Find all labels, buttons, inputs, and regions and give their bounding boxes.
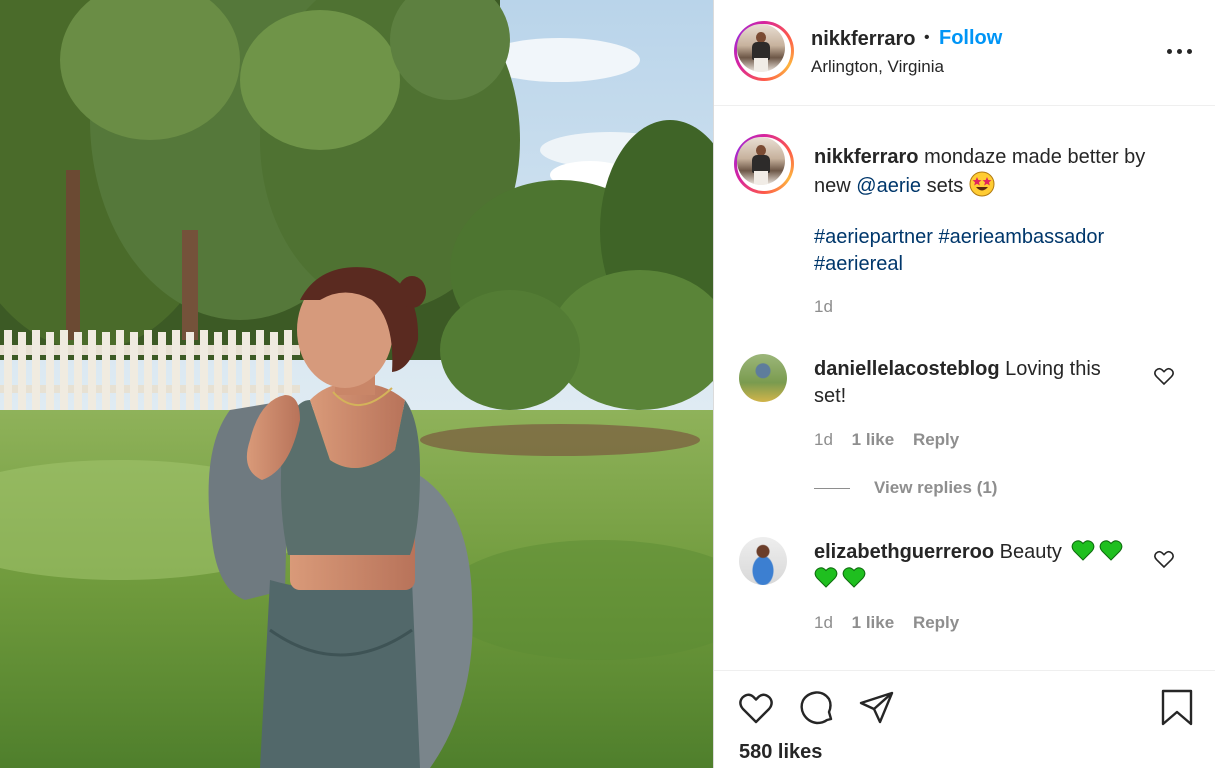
commenter-avatar[interactable] xyxy=(739,537,787,585)
commenter-username[interactable]: elizabethguerreroo xyxy=(814,541,994,563)
star-struck-emoji-icon xyxy=(969,171,995,197)
reply-button[interactable]: Reply xyxy=(913,613,959,632)
comment-text: elizabethguerreroo Beauty xyxy=(814,539,1134,593)
comment-time[interactable]: 1d xyxy=(814,430,833,449)
heart-icon[interactable] xyxy=(737,689,775,727)
comment-like-heart-icon[interactable] xyxy=(1152,547,1176,571)
author-username[interactable]: nikkferraro xyxy=(811,28,916,51)
share-icon[interactable] xyxy=(858,689,896,727)
caption-mention[interactable]: @aerie xyxy=(856,175,921,197)
caption-hashtags: #aeriepartner #aerieambassador #aerierea… xyxy=(814,224,1174,278)
post-photo-illustration xyxy=(0,0,713,768)
hashtag-link[interactable]: #aeriepartner xyxy=(814,226,933,248)
comment-like-heart-icon[interactable] xyxy=(1152,364,1176,388)
bookmark-icon[interactable] xyxy=(1158,689,1196,727)
view-replies-label: View replies (1) xyxy=(874,478,998,497)
author-avatar-image xyxy=(737,24,785,72)
comment-icon[interactable] xyxy=(798,689,836,727)
hashtag-link[interactable]: #aerieambassador xyxy=(939,226,1105,248)
comment-likes[interactable]: 1 like xyxy=(852,613,895,632)
likes-count[interactable]: 580 likes xyxy=(739,741,822,764)
post-actions: 580 likes xyxy=(714,670,1215,768)
post-panel: nikkferraro • Follow Arlington, Virginia… xyxy=(713,0,1215,768)
caption-text: nikkferraro mondaze made better by new @… xyxy=(814,144,1174,200)
commenter-username[interactable]: daniellelacosteblog xyxy=(814,358,1000,380)
comment-meta: 1d 1 like Reply xyxy=(814,430,959,450)
comment-likes[interactable]: 1 like xyxy=(852,430,895,449)
caption-avatar[interactable] xyxy=(734,134,794,194)
post-header: nikkferraro • Follow Arlington, Virginia xyxy=(714,0,1215,106)
follow-button[interactable]: Follow xyxy=(939,27,1002,50)
hashtag-link[interactable]: #aeriereal xyxy=(814,253,903,275)
more-options-icon[interactable] xyxy=(1166,40,1194,62)
caption-body-end: sets xyxy=(926,175,964,197)
comment-body: Beauty xyxy=(999,541,1062,563)
comment-meta: 1d 1 like Reply xyxy=(814,613,959,633)
post-photo[interactable] xyxy=(0,0,713,768)
caption-time[interactable]: 1d xyxy=(814,297,833,317)
comments-list[interactable]: nikkferraro mondaze made better by new @… xyxy=(714,106,1215,670)
view-replies-line xyxy=(814,488,850,490)
caption-avatar-image xyxy=(737,137,785,185)
comment-time[interactable]: 1d xyxy=(814,613,833,632)
green-heart-emoji-icon xyxy=(842,567,866,588)
green-heart-emoji-icon xyxy=(1100,540,1123,561)
post-location[interactable]: Arlington, Virginia xyxy=(811,57,944,77)
author-avatar[interactable] xyxy=(734,21,794,81)
commenter-avatar[interactable] xyxy=(739,354,787,402)
caption-username[interactable]: nikkferraro xyxy=(814,146,919,168)
view-replies-button[interactable]: View replies (1) xyxy=(814,478,997,498)
green-heart-emoji-icon xyxy=(1072,540,1095,561)
reply-button[interactable]: Reply xyxy=(913,430,959,449)
comment-text: daniellelacosteblog Loving this set! xyxy=(814,356,1134,410)
header-separator: • xyxy=(924,29,930,46)
green-heart-emoji-icon xyxy=(814,567,838,588)
